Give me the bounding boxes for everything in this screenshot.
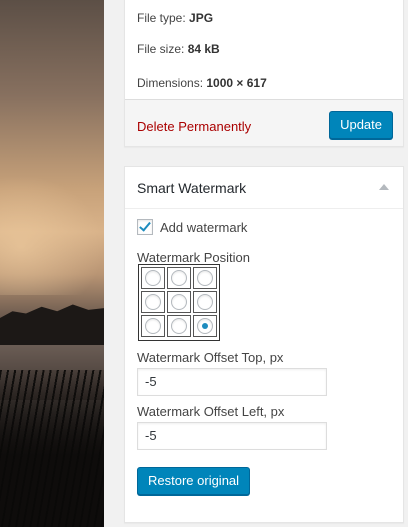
file-type-row: File type: JPG [137,11,213,25]
panel-title: Smart Watermark [137,180,247,196]
radio-top-left[interactable] [145,270,161,286]
offset-top-label: Watermark Offset Top, px [137,350,284,365]
file-type-label: File type: [137,11,186,25]
position-grid [138,264,220,341]
position-bottom-left[interactable] [141,315,165,337]
image-preview [0,0,104,527]
publish-actions: Delete Permanently Update [125,99,403,146]
restore-original-button[interactable]: Restore original [137,467,251,495]
position-center[interactable] [167,291,191,313]
file-size-value: 84 kB [187,42,220,56]
add-watermark-label[interactable]: Add watermark [160,220,247,235]
position-top-left[interactable] [141,267,165,289]
attachment-details-panel: File type: JPG File size: 84 kB Dimensio… [124,0,404,147]
radio-middle-left[interactable] [145,294,161,310]
position-top-right[interactable] [193,267,217,289]
offset-left-label: Watermark Offset Left, px [137,404,285,419]
radio-center[interactable] [171,294,187,310]
file-type-value: JPG [189,11,214,25]
position-label: Watermark Position [137,250,250,265]
delete-permanently-link[interactable]: Delete Permanently [137,119,251,134]
dimensions-row: Dimensions: 1000 × 617 [137,76,267,90]
add-watermark-checkbox[interactable] [137,219,153,235]
offset-top-input[interactable]: -5 [137,368,327,396]
checkmark-icon [139,219,151,232]
collapse-arrow-icon[interactable] [379,184,389,190]
dimensions-label: Dimensions: [137,76,204,90]
radio-bottom-center[interactable] [171,318,187,334]
position-bottom-center[interactable] [167,315,191,337]
radio-bottom-left[interactable] [145,318,161,334]
radio-top-right[interactable] [197,270,213,286]
smart-watermark-panel: Smart Watermark Add watermark Watermark … [124,166,404,523]
dimensions-value: 1000 × 617 [206,76,267,90]
update-button[interactable]: Update [329,111,393,139]
panel-header[interactable]: Smart Watermark [125,167,403,209]
position-middle-left[interactable] [141,291,165,313]
position-bottom-right[interactable] [193,315,217,337]
radio-middle-right[interactable] [197,294,213,310]
position-top-center[interactable] [167,267,191,289]
file-size-row: File size: 84 kB [137,42,220,56]
position-middle-right[interactable] [193,291,217,313]
radio-top-center[interactable] [171,270,187,286]
file-size-label: File size: [137,42,185,56]
offset-left-input[interactable]: -5 [137,422,327,450]
radio-bottom-right[interactable] [197,318,213,334]
